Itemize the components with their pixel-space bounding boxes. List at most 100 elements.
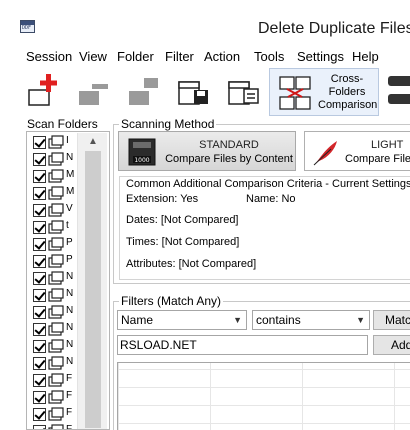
folder-icon bbox=[48, 356, 64, 370]
file-cabinet-icon-text: 1000 bbox=[134, 157, 149, 164]
save-folders-icon bbox=[178, 81, 208, 105]
scan-folder-checkbox[interactable] bbox=[33, 153, 46, 166]
scan-folder-checkbox[interactable] bbox=[33, 323, 46, 336]
scan-folder-label: N bbox=[66, 288, 74, 299]
filter-operator-select[interactable]: contains ▼ bbox=[252, 310, 370, 330]
light-method-title: LIGHT bbox=[371, 139, 404, 151]
scan-folder-checkbox[interactable] bbox=[33, 306, 46, 319]
filter-operator-value: contains bbox=[256, 313, 301, 327]
app-icon-text: DDF bbox=[22, 25, 32, 31]
scan-folder-checkbox[interactable] bbox=[33, 238, 46, 251]
menu-action[interactable]: Action bbox=[204, 49, 240, 64]
menu-settings[interactable]: Settings bbox=[297, 49, 344, 64]
menu-session[interactable]: Session bbox=[26, 49, 72, 64]
scan-folder-label: t bbox=[66, 220, 69, 231]
chevron-down-icon: ▼ bbox=[356, 315, 365, 325]
scan-folder-checkbox[interactable] bbox=[33, 391, 46, 404]
cross-folders-comparison-button[interactable]: Cross- Folders Comparison bbox=[269, 68, 379, 116]
scan-folder-label: F bbox=[66, 390, 73, 401]
criteria-heading: Common Additional Comparison Criteria - … bbox=[126, 178, 410, 190]
scrollbar-thumb[interactable] bbox=[85, 151, 101, 428]
menu-view[interactable]: View bbox=[79, 49, 107, 64]
save-folders-button[interactable] bbox=[176, 70, 212, 110]
remove-folder-button[interactable] bbox=[76, 70, 112, 110]
scan-folder-label: P bbox=[66, 254, 73, 265]
scan-folder-checkbox[interactable] bbox=[33, 408, 46, 421]
folder-icon bbox=[48, 339, 64, 353]
criteria-name: Name: No bbox=[246, 193, 296, 205]
add-filter-button[interactable]: Add bbox=[373, 335, 410, 355]
menu-filter[interactable]: Filter bbox=[165, 49, 194, 64]
filters-table[interactable] bbox=[117, 362, 410, 430]
title-bar: DDF Delete Duplicate Files 5 bbox=[0, 0, 410, 44]
scan-folder-label: N bbox=[66, 322, 74, 333]
folder-icon bbox=[48, 424, 64, 429]
folder-icon bbox=[48, 390, 64, 404]
add-folder-icon bbox=[28, 74, 57, 106]
scan-folder-label: N bbox=[66, 152, 74, 163]
scan-folders-scrollbar[interactable]: ▲ bbox=[77, 133, 107, 429]
folder-icon bbox=[48, 135, 64, 149]
scan-folder-label: N bbox=[66, 271, 74, 282]
cross-label-line-3: Comparison bbox=[318, 99, 378, 111]
folder-icon bbox=[48, 186, 64, 200]
filter-text-input[interactable]: RSLOAD.NET bbox=[117, 335, 368, 355]
match-button-label: Match bbox=[385, 313, 410, 327]
feather-icon bbox=[313, 141, 337, 166]
folder-icon bbox=[48, 203, 64, 217]
scan-folder-label: N bbox=[66, 339, 74, 350]
remove-all-folders-button[interactable] bbox=[126, 70, 162, 110]
scan-folders-header: Scan Folders bbox=[27, 117, 98, 131]
scan-folder-label: V bbox=[66, 203, 73, 214]
standard-method-button[interactable]: 1000 STANDARD Compare Files by Content bbox=[118, 131, 296, 171]
scan-folder-checkbox[interactable] bbox=[33, 272, 46, 285]
scan-folder-label: M bbox=[66, 169, 75, 180]
scan-folder-checkbox[interactable] bbox=[33, 255, 46, 268]
scan-folder-checkbox[interactable] bbox=[33, 374, 46, 387]
cross-label-line-1: Cross- bbox=[330, 73, 364, 85]
file-cabinet-icon: 1000 bbox=[128, 138, 156, 166]
scan-folder-label: P bbox=[66, 237, 73, 248]
cross-label-line-2: Folders bbox=[328, 86, 366, 98]
folder-icon bbox=[48, 322, 64, 336]
scan-folder-label: F bbox=[66, 424, 73, 430]
toolbar-overflow-icon-1[interactable] bbox=[388, 76, 410, 86]
filter-field-select[interactable]: Name ▼ bbox=[117, 310, 247, 330]
scan-folder-checkbox[interactable] bbox=[33, 425, 46, 429]
light-method-button[interactable]: LIGHT Compare Files bbox=[304, 131, 410, 171]
chevron-down-icon: ▼ bbox=[233, 315, 242, 325]
folder-icon bbox=[48, 237, 64, 251]
scroll-up-icon[interactable]: ▲ bbox=[78, 133, 108, 151]
folder-icon bbox=[48, 373, 64, 387]
scan-folder-checkbox[interactable] bbox=[33, 170, 46, 183]
scan-folder-checkbox[interactable] bbox=[33, 204, 46, 217]
remove-folder-icon bbox=[79, 84, 108, 105]
scan-folder-label: I bbox=[66, 135, 69, 146]
folder-icon bbox=[48, 169, 64, 183]
cross-folders-comparison-label: Cross- Folders Comparison bbox=[318, 73, 378, 112]
scan-folder-checkbox[interactable] bbox=[33, 340, 46, 353]
scan-folder-label: N bbox=[66, 356, 74, 367]
menu-help[interactable]: Help bbox=[352, 49, 379, 64]
scan-folders-list[interactable]: FFFFNNNNNNPPtVMMNI ▲ bbox=[26, 131, 110, 430]
scan-folder-checkbox[interactable] bbox=[33, 187, 46, 200]
folder-icon bbox=[48, 152, 64, 166]
scan-folder-checkbox[interactable] bbox=[33, 221, 46, 234]
criteria-extension: Extension: Yes bbox=[126, 193, 199, 205]
folder-list-button[interactable] bbox=[226, 70, 262, 110]
scan-folder-checkbox[interactable] bbox=[33, 136, 46, 149]
application-icon[interactable]: DDF bbox=[20, 20, 35, 33]
menu-folder[interactable]: Folder bbox=[117, 49, 154, 64]
scan-folder-checkbox[interactable] bbox=[33, 357, 46, 370]
menu-tools[interactable]: Tools bbox=[254, 49, 284, 64]
filters-header: Filters (Match Any) bbox=[119, 294, 224, 308]
scan-folder-checkbox[interactable] bbox=[33, 289, 46, 302]
folder-list-icon bbox=[228, 81, 259, 105]
scan-folder-label: F bbox=[66, 373, 73, 384]
add-folder-button[interactable] bbox=[26, 70, 66, 110]
folder-icon bbox=[48, 407, 64, 421]
folder-icon bbox=[48, 220, 64, 234]
scan-folder-label: F bbox=[66, 407, 73, 418]
match-button[interactable]: Match bbox=[373, 310, 410, 330]
toolbar-overflow-icon-2[interactable] bbox=[388, 94, 410, 104]
